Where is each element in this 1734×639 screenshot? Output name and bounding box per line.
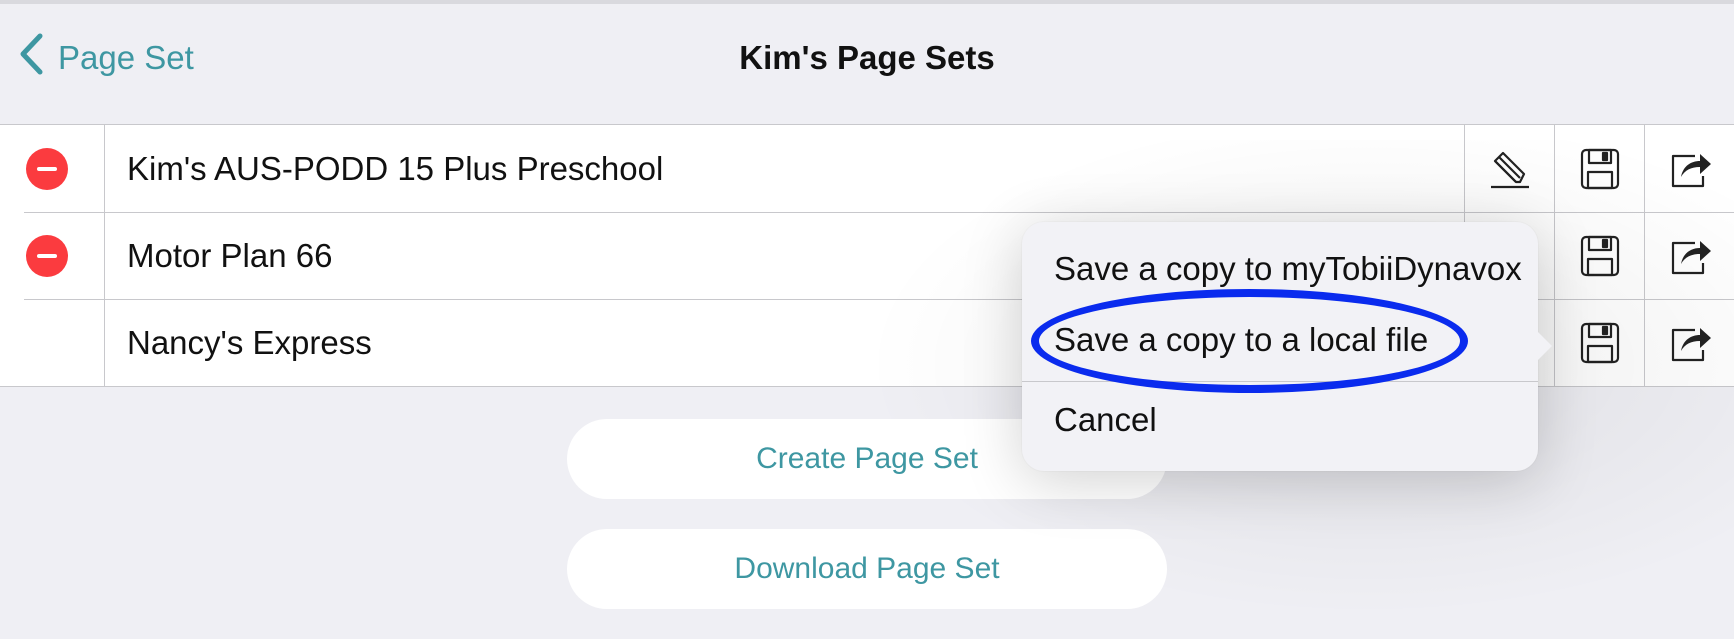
share-arrow-icon bbox=[1671, 153, 1711, 187]
edit-button[interactable] bbox=[1464, 125, 1554, 212]
save-button[interactable] bbox=[1554, 125, 1644, 212]
floppy-disk-icon bbox=[1580, 235, 1619, 276]
page-set-name[interactable]: Kim's AUS-PODD 15 Plus Preschool bbox=[105, 125, 1464, 212]
share-button[interactable] bbox=[1644, 299, 1734, 386]
share-button[interactable] bbox=[1644, 212, 1734, 299]
share-arrow-icon bbox=[1671, 240, 1711, 274]
list-item: Kim's AUS-PODD 15 Plus Preschool bbox=[0, 125, 1734, 212]
pencil-eraser-icon bbox=[1490, 151, 1529, 188]
share-button[interactable] bbox=[1644, 125, 1734, 212]
page-title: Kim's Page Sets bbox=[739, 39, 995, 76]
delete-cell bbox=[0, 125, 105, 212]
floppy-disk-icon bbox=[1580, 322, 1619, 363]
menu-divider bbox=[1022, 381, 1538, 382]
share-arrow-icon bbox=[1671, 327, 1711, 361]
floppy-disk-icon bbox=[1580, 148, 1619, 189]
menu-item-save-to-mytobiidynavox[interactable]: Save a copy to myTobiiDynavox bbox=[1054, 250, 1530, 288]
delete-cell bbox=[0, 299, 105, 386]
menu-item-save-to-local-file[interactable]: Save a copy to a local file bbox=[1054, 321, 1530, 359]
delete-cell bbox=[0, 212, 105, 299]
save-button[interactable] bbox=[1554, 299, 1644, 386]
popover-arrow bbox=[1536, 330, 1552, 362]
menu-item-cancel[interactable]: Cancel bbox=[1054, 401, 1530, 439]
save-options-popover: Save a copy to myTobiiDynavox Save a cop… bbox=[1022, 222, 1552, 471]
delete-minus-icon[interactable] bbox=[26, 234, 68, 277]
delete-minus-icon[interactable] bbox=[26, 147, 68, 190]
navigation-bar: Page Set Kim's Page Sets bbox=[0, 4, 1734, 124]
save-button[interactable] bbox=[1554, 212, 1644, 299]
download-page-set-button[interactable]: Download Page Set bbox=[567, 529, 1167, 609]
